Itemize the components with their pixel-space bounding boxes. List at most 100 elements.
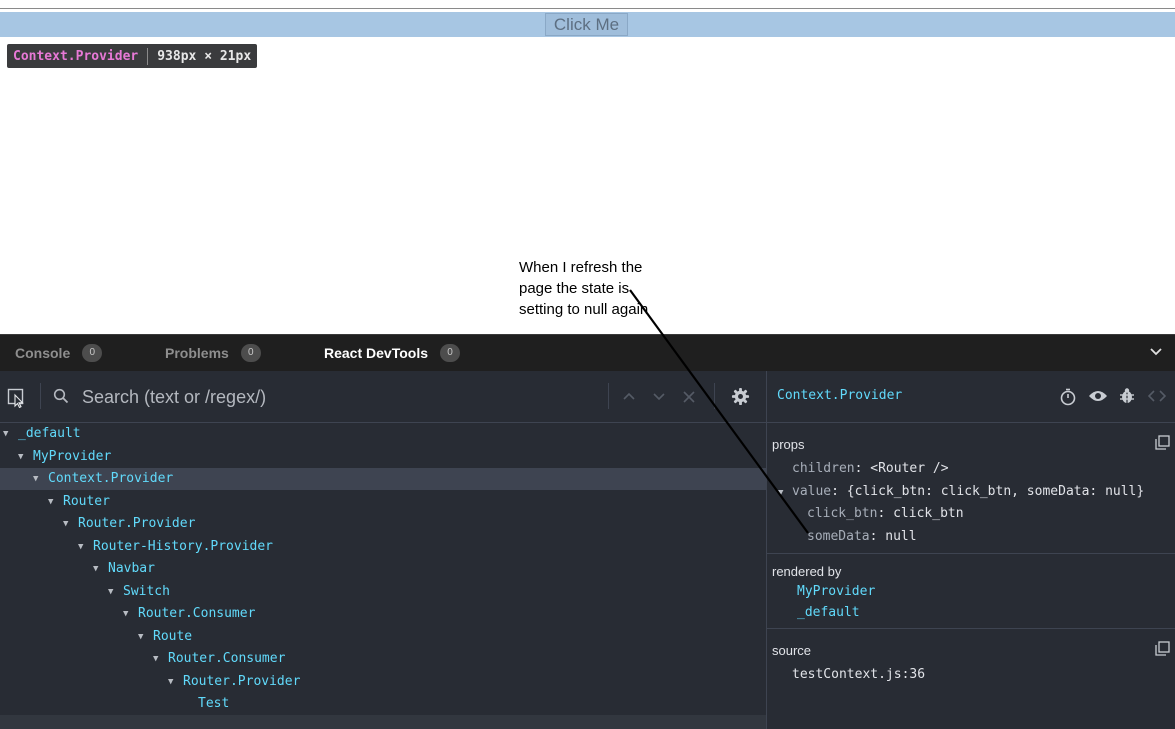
tree-node-label: Route — [153, 628, 193, 644]
tab-count-badge: 0 — [240, 344, 261, 362]
expand-triangle-icon[interactable]: ▼ — [778, 488, 792, 498]
tooltip-component-name: Context.Provider — [13, 48, 139, 64]
tooltip-size: 938px × 21px — [157, 48, 252, 64]
prop-some-data[interactable]: someData: null — [807, 529, 917, 544]
gear-icon[interactable] — [731, 387, 750, 406]
rendered-by-item[interactable]: _default — [797, 605, 860, 620]
tree-node[interactable]: Test — [0, 693, 766, 715]
tree-node-label: Router.Provider — [183, 673, 301, 689]
expand-triangle-icon[interactable]: ▼ — [78, 536, 93, 558]
expand-triangle-icon[interactable]: ▼ — [63, 513, 78, 535]
prop-value: {click_btn: click_btn, someData: null} — [846, 484, 1145, 499]
tree-node-label: _default — [18, 426, 81, 441]
prop-children[interactable]: children: <Router /> — [792, 461, 949, 476]
tree-node-label: Context.Provider — [48, 471, 174, 486]
expand-triangle-icon[interactable]: ▼ — [138, 626, 153, 648]
tab-problems[interactable]: Problems 0 — [165, 335, 261, 371]
tab-console[interactable]: Console 0 — [15, 335, 103, 371]
toolbar-divider — [40, 383, 41, 409]
prop-value: <Router /> — [870, 461, 949, 476]
tab-count-badge: 0 — [440, 344, 460, 362]
tab-count-badge: 0 — [82, 344, 103, 362]
inspected-header: Context.Provider — [767, 371, 1175, 423]
tab-label: React DevTools — [324, 345, 428, 361]
expand-triangle-icon[interactable]: ▼ — [3, 423, 18, 445]
expand-triangle-icon[interactable]: ▼ — [48, 491, 63, 513]
prop-key: someData — [807, 529, 870, 544]
search-icon — [53, 388, 69, 404]
panel-tab-bar: Console 0 Problems 0 React DevTools 0 — [0, 334, 1175, 371]
inspect-tooltip: Context.Provider 938px × 21px — [7, 44, 258, 68]
expand-triangle-icon[interactable]: ▼ — [33, 468, 48, 490]
props-label: props — [772, 437, 805, 452]
tree-node[interactable]: ▼ Router.Consumer — [0, 648, 766, 670]
expand-triangle-icon[interactable]: ▼ — [123, 603, 138, 625]
section-divider — [767, 553, 1175, 554]
toolbar-divider — [714, 383, 715, 409]
annotation-line: page the state is — [519, 280, 630, 297]
timer-icon[interactable] — [1059, 388, 1077, 406]
expand-triangle-icon[interactable]: ▼ — [93, 558, 108, 580]
tooltip-separator — [147, 47, 149, 65]
tree-node[interactable]: ▼ Context.Provider — [0, 468, 766, 490]
prop-key: value — [792, 484, 832, 499]
expand-triangle-icon[interactable]: ▼ — [18, 446, 33, 468]
click-me-button[interactable]: Click Me — [545, 13, 628, 36]
tree-node-label: Router.Consumer — [168, 651, 286, 666]
search-input[interactable]: Search (text or /regex/) — [82, 387, 266, 408]
tab-label: Console — [15, 345, 71, 361]
expand-triangle-icon[interactable]: ▼ — [153, 648, 168, 670]
tree-node[interactable]: ▼ Router-History.Provider — [0, 536, 766, 558]
toolbar-divider — [608, 383, 609, 409]
tree-node[interactable]: ▼ Router — [0, 491, 766, 513]
annotation-note: When I refresh the page the state is set… — [519, 257, 669, 320]
rendered-by-label: rendered by — [772, 564, 842, 579]
expand-triangle-icon[interactable]: ▼ — [108, 581, 123, 603]
close-icon[interactable] — [682, 390, 696, 404]
tree-node[interactable]: ▼ Router.Consumer — [0, 603, 766, 625]
prop-key: click_btn — [807, 506, 878, 521]
prop-key: children — [792, 461, 855, 476]
tree-node-label: MyProvider — [33, 448, 112, 464]
rendered-by-item[interactable]: MyProvider — [797, 584, 875, 599]
prop-value: null — [885, 529, 917, 544]
chevron-down-icon[interactable] — [1149, 345, 1163, 359]
expand-triangle-icon[interactable]: ▼ — [168, 671, 183, 693]
inspected-element-pane: Context.Provider props children: <Router… — [767, 371, 1175, 729]
tree-toolbar: Search (text or /regex/) — [0, 371, 766, 423]
tree-node-label: Router — [63, 493, 110, 509]
source-label: source — [772, 643, 812, 658]
tree-node[interactable]: ▼ MyProvider — [0, 446, 766, 468]
tree-node[interactable]: ▼ Navbar — [0, 558, 766, 580]
select-element-icon[interactable] — [7, 388, 27, 408]
tab-react-devtools[interactable]: React DevTools 0 — [324, 335, 460, 371]
prop-value-object[interactable]: ▼ value: {click_btn: click_btn, someData:… — [778, 484, 1144, 499]
chevron-down-icon[interactable] — [652, 391, 666, 403]
eye-icon[interactable] — [1088, 389, 1108, 403]
tree-node-label: Switch — [123, 583, 170, 599]
tree-node-label: Test — [198, 696, 230, 711]
annotation-line: When I refresh the — [519, 259, 643, 276]
tree-node[interactable]: ▼ Route — [0, 626, 766, 648]
bug-icon[interactable] — [1119, 387, 1135, 405]
tree-node-label: Router.Provider — [78, 516, 196, 531]
code-icon[interactable] — [1148, 390, 1166, 402]
component-tree-pane: Search (text or /regex/) ▼ _default ▼ MyPro… — [0, 371, 766, 729]
prop-value: click_btn — [893, 506, 964, 521]
tree-node-label: Navbar — [108, 561, 155, 576]
tree-node[interactable]: ▼ _default — [0, 423, 766, 445]
source-location[interactable]: testContext.js:36 — [792, 667, 925, 682]
tree-footer — [0, 715, 766, 729]
tree-node-label: Router.Consumer — [138, 606, 256, 621]
prop-click-btn[interactable]: click_btn: click_btn — [807, 506, 964, 521]
tree-node[interactable]: ▼ Router.Provider — [0, 671, 766, 693]
tree-node[interactable]: ▼ Router.Provider — [0, 513, 766, 535]
tree-node[interactable]: ▼ Switch — [0, 581, 766, 603]
copy-icon[interactable] — [1155, 641, 1170, 656]
copy-icon[interactable] — [1155, 435, 1170, 450]
selected-component-name: Context.Provider — [777, 388, 903, 403]
tree-node-label: Router-History.Provider — [93, 538, 274, 554]
top-divider — [0, 8, 1175, 9]
chevron-up-icon[interactable] — [622, 390, 636, 402]
section-divider — [767, 628, 1175, 629]
